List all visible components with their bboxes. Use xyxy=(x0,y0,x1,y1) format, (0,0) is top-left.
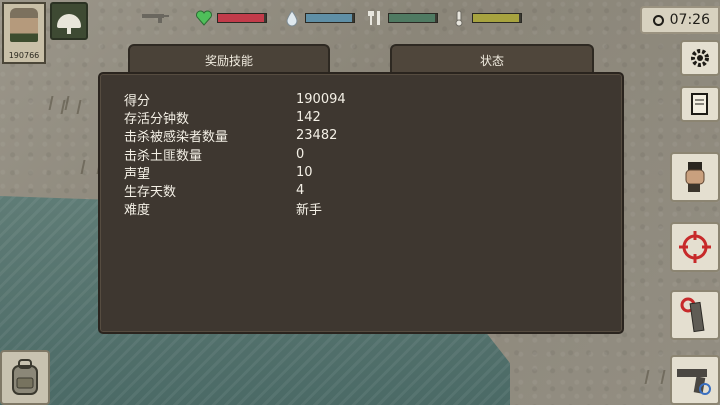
stat-row-minutes-survived: 存活分钟数 142 xyxy=(124,108,416,127)
temperature-stat xyxy=(450,9,522,27)
tab-label: 状态 xyxy=(479,53,504,68)
stat-label: 存活分钟数 xyxy=(124,111,190,127)
food-bar xyxy=(388,13,438,23)
stat-label: 击杀被感染者数量 xyxy=(124,130,229,146)
magazine-icon xyxy=(680,297,705,333)
settings-button[interactable] xyxy=(680,40,720,76)
stat-row-infected-kills: 击杀被感染者数量 23482 xyxy=(124,127,416,145)
status-panel: 得分 190094 存活分钟数 142 击杀被感染者数量 23482 击杀土匪数… xyxy=(98,72,624,334)
helmet-button[interactable] xyxy=(50,2,88,40)
gear-icon xyxy=(691,49,709,67)
melee-button[interactable] xyxy=(670,152,720,202)
tab-status[interactable]: 状态 xyxy=(390,44,594,74)
game-clock: 07:26 xyxy=(640,6,720,34)
backpack-icon xyxy=(12,358,38,395)
stat-row-days-survived: 生存天数 4 xyxy=(124,181,416,201)
inventory-button[interactable] xyxy=(0,350,50,405)
notebook-icon xyxy=(691,93,708,115)
helmet-icon xyxy=(57,14,81,34)
tab-label: 奖励技能 xyxy=(204,53,253,68)
grass-tuft xyxy=(60,100,82,114)
thermometer-icon xyxy=(450,9,468,27)
tab-reward-skills[interactable]: 奖励技能 xyxy=(128,44,330,74)
pistol-icon xyxy=(677,369,711,395)
health-bar xyxy=(217,13,267,23)
stat-value: 10 xyxy=(296,164,313,180)
avatar xyxy=(10,8,38,42)
water-bar xyxy=(305,13,355,23)
stats-list: 得分 190094 存活分钟数 142 击杀被感染者数量 23482 击杀土匪数… xyxy=(124,90,416,219)
food-stat xyxy=(366,11,438,25)
crosshair-icon xyxy=(679,231,711,263)
stat-value: 新手 xyxy=(296,203,323,219)
stat-label: 难度 xyxy=(124,203,151,219)
stat-label: 生存天数 xyxy=(124,185,177,201)
weapon-button[interactable] xyxy=(670,355,720,405)
clock-icon xyxy=(652,14,664,26)
stat-value: 0 xyxy=(296,146,305,162)
stat-row-reputation: 声望 10 xyxy=(124,163,416,182)
player-portrait[interactable]: 190766 xyxy=(2,2,46,64)
stat-label: 得分 xyxy=(124,93,151,109)
clock-time: 07:26 xyxy=(669,12,710,28)
stat-value: 23482 xyxy=(296,128,338,144)
stat-label: 击杀土匪数量 xyxy=(124,148,203,164)
stat-value: 190094 xyxy=(296,91,346,107)
aim-button[interactable] xyxy=(670,222,720,272)
fork-knife-icon xyxy=(366,9,384,27)
stat-row-difficulty: 难度 新手 xyxy=(124,200,416,218)
stat-label: 声望 xyxy=(124,166,151,182)
reload-button[interactable] xyxy=(670,290,720,340)
health-stat xyxy=(195,9,267,27)
water-drop-icon xyxy=(283,9,301,27)
heart-icon xyxy=(195,9,213,27)
journal-button[interactable] xyxy=(680,86,720,122)
stat-value: 142 xyxy=(296,109,321,125)
stat-row-score: 得分 190094 xyxy=(124,90,416,109)
temperature-bar xyxy=(472,13,522,23)
player-id: 190766 xyxy=(8,51,40,60)
weapon-slot[interactable] xyxy=(140,9,170,23)
fist-icon xyxy=(685,162,705,192)
stat-value: 4 xyxy=(296,183,305,199)
stat-row-bandit-kills: 击杀土匪数量 0 xyxy=(124,145,416,164)
grass-tuft xyxy=(644,370,666,384)
water-stat xyxy=(283,9,355,27)
gun-icon xyxy=(142,14,169,23)
